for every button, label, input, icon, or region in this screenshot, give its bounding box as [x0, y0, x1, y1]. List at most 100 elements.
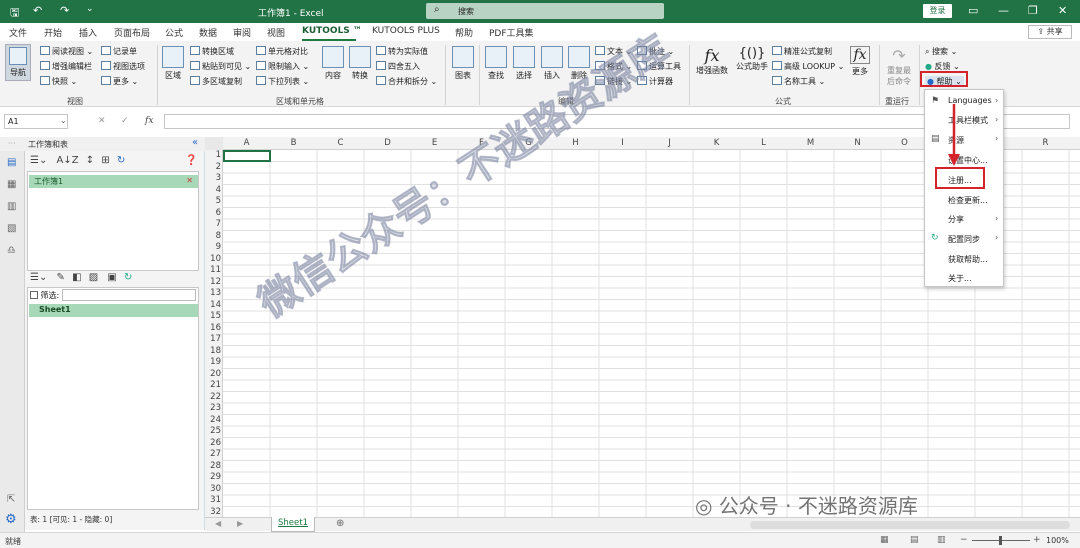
sheet-insert-icon[interactable]: ▣ [107, 272, 116, 283]
row-header-20[interactable]: 20 [205, 369, 223, 379]
tab-pdf-tools[interactable]: PDF工具集 [489, 26, 534, 39]
tab-view[interactable]: 视图 [267, 26, 285, 39]
ribbon-display-icon[interactable]: ▭ [968, 4, 978, 17]
operation-tools-button[interactable]: 运算工具 [637, 61, 681, 72]
sheet-tab-sheet1[interactable]: Sheet1 [271, 517, 315, 532]
column-header-j[interactable]: J [646, 138, 693, 148]
name-tools-button[interactable]: 名称工具 ⌄ [772, 76, 825, 87]
row-header-15[interactable]: 15 [205, 311, 223, 321]
settings-gear-icon[interactable]: ⚙ [5, 512, 17, 527]
row-header-10[interactable]: 10 [205, 254, 223, 264]
sheet-list-view-icon[interactable]: ☰⌄ [30, 272, 47, 283]
column-header-f[interactable]: F [458, 138, 505, 148]
formula-helper-button[interactable]: {()} 公式助手 [735, 46, 769, 72]
more-formula-button[interactable]: fx 更多 [848, 46, 872, 77]
menu-item-get-help[interactable]: 获取帮助... [948, 254, 988, 265]
chart-button[interactable]: 图表 [452, 46, 474, 81]
column-header-l[interactable]: L [740, 138, 787, 148]
tab-kutools-plus[interactable]: KUTOOLS PLUS [372, 26, 440, 36]
row-header-8[interactable]: 8 [205, 231, 223, 241]
zoom-level[interactable]: 100% [1046, 536, 1069, 545]
column-header-k[interactable]: K [693, 138, 740, 148]
horizontal-scrollbar[interactable] [750, 521, 1070, 529]
enter-icon[interactable]: ✓ [121, 116, 129, 126]
share-button[interactable]: ⇪ 共享 [1028, 25, 1072, 39]
page-break-view-icon[interactable]: ▥ [937, 535, 946, 545]
undo-icon[interactable]: ↶ [33, 4, 42, 17]
row-header-19[interactable]: 19 [205, 357, 223, 367]
tab-insert[interactable]: 插入 [79, 26, 97, 39]
save-icon[interactable]: 🖫 [10, 4, 19, 23]
row-header-18[interactable]: 18 [205, 346, 223, 356]
row-header-12[interactable]: 12 [205, 277, 223, 287]
link-button[interactable]: 链接 ⌄ [595, 76, 632, 87]
column-header-h[interactable]: H [552, 138, 599, 148]
name-manager-icon[interactable]: ▥ [7, 201, 16, 212]
rerun-last-button[interactable]: ↷ 重复最 后命令 [884, 46, 914, 87]
tab-home[interactable]: 开始 [44, 26, 62, 39]
find-button[interactable]: 查找 [485, 46, 507, 81]
add-sheet-icon[interactable]: ⊕ [336, 518, 344, 529]
pin-icon[interactable]: ⇱ [7, 494, 15, 505]
row-header-28[interactable]: 28 [205, 461, 223, 471]
row-header-27[interactable]: 27 [205, 449, 223, 459]
limit-input-button[interactable]: 限制输入 ⌄ [256, 61, 309, 72]
tab-file[interactable]: 文件 [9, 26, 27, 39]
sheet-refresh-icon[interactable]: ↻ [124, 272, 132, 283]
row-header-4[interactable]: 4 [205, 185, 223, 195]
row-header-1[interactable]: 1 [205, 150, 223, 160]
normal-view-icon[interactable]: ▦ [880, 535, 889, 545]
content-button[interactable]: 内容 [322, 46, 344, 81]
merge-split-button[interactable]: 合并和拆分 ⌄ [376, 76, 437, 87]
menu-item-about[interactable]: 关于... [948, 273, 972, 284]
row-header-3[interactable]: 3 [205, 173, 223, 183]
drag-handle-icon[interactable]: ··· [8, 139, 16, 148]
customize-qat-icon[interactable]: ⌄ [86, 4, 94, 14]
tab-help[interactable]: 帮助 [455, 26, 473, 39]
snapshot-button[interactable]: 快照 ⌄ [40, 76, 77, 87]
column-header-g[interactable]: G [505, 138, 552, 148]
column-header-i[interactable]: I [599, 138, 646, 148]
zoom-out-icon[interactable]: − [960, 535, 968, 545]
dropdown-list-button[interactable]: 下拉列表 ⌄ [256, 76, 309, 87]
column-header-n[interactable]: N [834, 138, 881, 148]
column-list-icon[interactable]: ▧ [7, 223, 16, 234]
next-sheet-icon[interactable]: ▶ [237, 519, 243, 528]
advanced-lookup-button[interactable]: 高级 LOOKUP ⌄ [772, 61, 844, 72]
compare-cells-button[interactable]: 单元格对比 [256, 46, 308, 57]
column-header-o[interactable]: O [881, 138, 928, 148]
column-header-m[interactable]: M [787, 138, 834, 148]
sort-icon[interactable]: A↓Z [57, 155, 79, 166]
autotext-icon[interactable]: ▦ [7, 179, 16, 190]
enhanced-functions-button[interactable]: fx 增强函数 [694, 46, 730, 76]
row-header-21[interactable]: 21 [205, 380, 223, 390]
close-workbook-icon[interactable]: ✕ [186, 176, 193, 185]
row-header-13[interactable]: 13 [205, 288, 223, 298]
filter-input[interactable] [62, 289, 196, 301]
row-header-30[interactable]: 30 [205, 484, 223, 494]
redo-icon[interactable]: ↷ [60, 4, 69, 17]
refresh-icon[interactable]: ↻ [117, 155, 125, 166]
row-header-5[interactable]: 5 [205, 196, 223, 206]
comment-button[interactable]: 批注 ⌄ [637, 46, 674, 57]
help-icon[interactable]: ❓ [185, 155, 197, 166]
tab-formulas[interactable]: 公式 [165, 26, 183, 39]
name-box-dropdown-icon[interactable]: ⌄ [60, 116, 67, 125]
expand-icon[interactable]: ⊞ [101, 155, 109, 166]
menu-item-config-sync[interactable]: 配置同步 [948, 234, 980, 245]
more-view-button[interactable]: 更多 ⌄ [101, 76, 138, 87]
column-header-c[interactable]: C [317, 138, 364, 148]
reading-view-button[interactable]: 阅读视图 ⌄ [40, 46, 93, 57]
column-header-r[interactable]: R [1022, 138, 1069, 148]
calculator-button[interactable]: 计算器 [637, 76, 673, 87]
select-all-corner[interactable] [205, 137, 223, 150]
row-header-31[interactable]: 31 [205, 495, 223, 505]
row-header-9[interactable]: 9 [205, 242, 223, 252]
list-view-icon[interactable]: ☰⌄ [30, 155, 47, 166]
cancel-icon[interactable]: ✕ [98, 116, 106, 126]
zoom-thumb[interactable] [999, 536, 1002, 545]
sort-desc-icon[interactable]: ↕ [86, 155, 94, 166]
row-header-17[interactable]: 17 [205, 334, 223, 344]
convert-range-button[interactable]: 转换区域 [190, 46, 234, 57]
sheet-item[interactable]: Sheet1 [29, 304, 198, 317]
